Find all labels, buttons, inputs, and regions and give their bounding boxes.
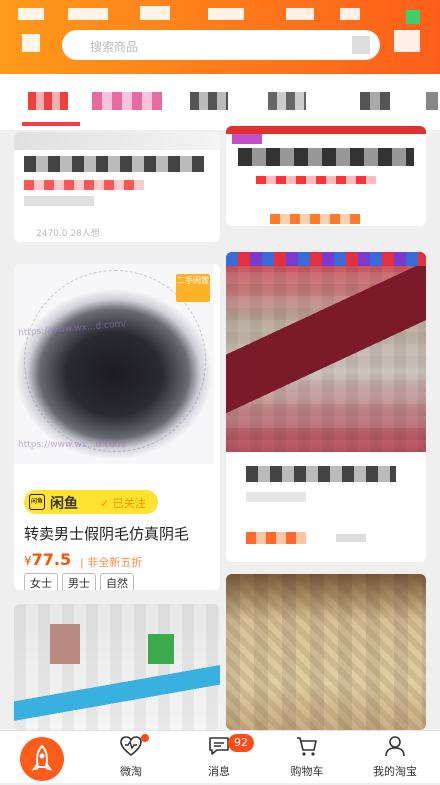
person-icon [385,736,405,757]
product-image[interactable] [14,604,220,730]
tab-2[interactable] [92,92,162,110]
secondhand-badge: 二手闲置 [176,274,210,302]
nav-my-taobao[interactable]: 我的淘宝 [360,735,430,779]
watermark-text-2: https://www.wx...d.com/ [18,440,127,450]
camera-icon[interactable] [352,36,370,54]
follow-status: ✓ 已关注 [100,497,146,510]
heart-wave-icon [120,736,142,757]
product-card[interactable] [226,574,426,730]
tab-4[interactable] [268,92,306,110]
nav-label: 购物车 [290,765,324,778]
chat-bubble-icon [209,737,229,755]
bottom-nav: 微淘 消息 购物车 我的淘宝 [0,730,440,783]
product-price: ¥77.5 [24,550,72,569]
tag[interactable]: 男士 [62,573,96,590]
nav-label: 我的淘宝 [373,765,417,778]
message-count-badge: 92 [228,734,254,752]
active-tab-indicator [22,122,80,126]
condition-label: | 非全新五折 [80,556,143,569]
product-card[interactable] [226,252,426,562]
home-rocket-button[interactable] [20,737,64,781]
tag[interactable]: 女士 [24,573,58,590]
top-bar: 搜索商品 [0,0,440,74]
search-input[interactable]: 搜索商品 [62,30,380,60]
platform-label: 闲鱼 [50,496,78,512]
product-image[interactable] [226,574,426,730]
weitao-dot-indicator [141,734,149,742]
product-image[interactable] [226,252,426,452]
nav-cart[interactable]: 购物车 [272,735,342,779]
nav-weitao[interactable]: 微淘 [96,735,166,779]
product-card-featured[interactable]: https://www.wx...d.com/ https://www.wx..… [14,264,220,590]
product-card[interactable]: 2470.0 28人想 [14,132,220,242]
product-card[interactable] [14,604,220,730]
product-title[interactable]: 转卖男士假阴毛仿真阴毛 [24,523,189,544]
nav-label: 微淘 [120,765,142,778]
xianyu-follow-pill[interactable]: 闲鱼 闲鱼 ✓ 已关注 [24,490,158,514]
tab-1[interactable] [28,92,68,110]
tab-3[interactable] [190,92,228,110]
search-placeholder: 搜索商品 [90,40,139,54]
tab-more-icon[interactable] [426,92,438,110]
tab-5[interactable] [360,92,390,110]
nav-label: 消息 [208,765,230,778]
product-card[interactable] [226,126,426,226]
tag[interactable]: 自然 [100,573,134,590]
like-count: 2470.0 28人想 [36,229,100,239]
xianyu-logo-icon: 闲鱼 [29,494,45,510]
rocket-icon [31,744,53,771]
cart-icon [297,737,317,756]
tag-list: 女士 男士 自然 [24,572,138,590]
